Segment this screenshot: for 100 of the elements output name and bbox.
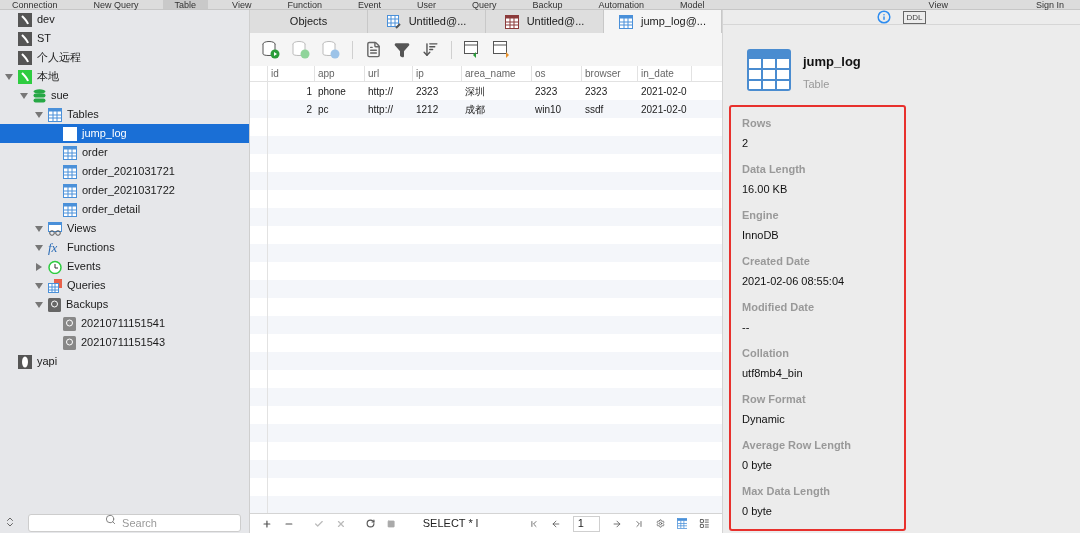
tree-item[interactable]: dev bbox=[0, 10, 249, 29]
info-icon[interactable] bbox=[877, 10, 892, 24]
toolbar-item[interactable]: Query bbox=[460, 0, 509, 9]
table-cell-text: 2323 bbox=[415, 84, 440, 99]
table-icon bbox=[504, 14, 519, 29]
table-export-icon[interactable] bbox=[493, 41, 510, 58]
table-icon bbox=[63, 164, 77, 179]
tree-item[interactable]: order bbox=[0, 143, 249, 162]
toolbar-item[interactable]: Model bbox=[668, 0, 717, 9]
property-label: Modified Date bbox=[742, 300, 816, 315]
toolbar-item[interactable]: Event bbox=[345, 0, 393, 9]
tree-item-label: jump_log bbox=[82, 126, 127, 142]
stop-icon[interactable] bbox=[386, 518, 395, 529]
property-value: -- bbox=[742, 319, 751, 335]
toolbar-item[interactable]: User bbox=[405, 0, 448, 9]
connection-icon bbox=[18, 50, 32, 65]
search-icon bbox=[104, 514, 116, 525]
expanded-arrow-icon[interactable] bbox=[19, 91, 28, 100]
tree-item-label: Queries bbox=[67, 278, 106, 294]
toolbar-item[interactable]: View bbox=[220, 0, 264, 9]
toolbar-item[interactable]: Automation bbox=[586, 0, 657, 9]
tree-item[interactable]: fx Functions bbox=[0, 238, 249, 257]
toolbar-item[interactable]: New Query bbox=[81, 0, 151, 9]
sort-icon[interactable] bbox=[422, 41, 439, 58]
tree-item[interactable]: Tables bbox=[0, 105, 249, 124]
tree-item[interactable]: jump_log bbox=[0, 124, 249, 143]
search-field[interactable]: Search bbox=[28, 514, 241, 532]
tree-item-label: ST bbox=[37, 31, 52, 47]
toolbar-item[interactable]: View bbox=[916, 0, 960, 9]
tree-item[interactable]: Queries bbox=[0, 276, 249, 295]
toolbar-item[interactable]: Backup bbox=[520, 0, 575, 9]
toolbar-item[interactable]: Function bbox=[275, 0, 334, 9]
toolbar-item[interactable]: Table bbox=[162, 0, 209, 9]
database-run-icon[interactable] bbox=[262, 40, 280, 59]
table-icon bbox=[63, 202, 77, 217]
table-import-icon[interactable] bbox=[464, 41, 481, 58]
table-cell-text: ssdf bbox=[584, 102, 605, 117]
tree-item-label: 20210711151541 bbox=[81, 316, 165, 332]
sql-preview: SELECT * l bbox=[422, 516, 480, 532]
tree-item[interactable]: Events bbox=[0, 257, 249, 276]
settings-icon[interactable] bbox=[655, 518, 665, 529]
tree-item-label: Events bbox=[67, 259, 101, 275]
tree-item[interactable]: sue bbox=[0, 86, 249, 105]
tree-item-label: Backups bbox=[66, 297, 109, 313]
table-cell-text: 2021-02-0 bbox=[640, 102, 688, 117]
column-header[interactable]: id bbox=[268, 66, 315, 81]
column-header[interactable]: os bbox=[532, 66, 582, 81]
collapsed-arrow-icon[interactable] bbox=[34, 262, 43, 271]
table-icon bbox=[63, 145, 77, 160]
table-cell-text: pc bbox=[317, 102, 330, 117]
table-cell-text: win10 bbox=[534, 102, 563, 117]
database-check-icon[interactable] bbox=[292, 40, 310, 59]
tree-item-label: 20210711151543 bbox=[81, 335, 165, 351]
tree-item[interactable]: Backups bbox=[0, 295, 249, 314]
tree-item[interactable]: Views bbox=[0, 219, 249, 238]
database-refresh-icon[interactable] bbox=[322, 40, 340, 59]
clock-icon bbox=[48, 259, 62, 274]
tab[interactable]: jump_log@... bbox=[604, 10, 722, 33]
expanded-arrow-icon[interactable] bbox=[34, 281, 43, 290]
table-cell-text: 2 bbox=[305, 102, 313, 117]
ddl-tab[interactable]: DDL bbox=[903, 10, 926, 24]
expanded-arrow-icon[interactable] bbox=[34, 224, 43, 233]
object-name: jump_log bbox=[803, 53, 861, 71]
tree-item-label: order bbox=[82, 145, 108, 161]
document-icon[interactable] bbox=[365, 41, 382, 58]
refresh-icon[interactable] bbox=[365, 518, 375, 529]
tree-item-label: order_detail bbox=[82, 202, 141, 218]
property-label: Row Format bbox=[742, 392, 807, 407]
column-header[interactable]: ip bbox=[413, 66, 462, 81]
column-header[interactable]: url bbox=[365, 66, 413, 81]
tree-item-label: order_2021031721 bbox=[82, 164, 175, 180]
tree-item-label: 本地 bbox=[37, 69, 59, 85]
form-view-icon[interactable] bbox=[699, 517, 710, 530]
column-header[interactable]: area_name bbox=[462, 66, 532, 81]
page-field[interactable]: 1 bbox=[572, 515, 600, 532]
expanded-arrow-icon[interactable] bbox=[34, 243, 43, 252]
expanded-arrow-icon[interactable] bbox=[34, 300, 43, 309]
tree-item[interactable]: order_detail bbox=[0, 200, 249, 219]
tree-item-label: 个人远程 bbox=[37, 50, 81, 66]
property-value: 0 byte bbox=[742, 457, 773, 473]
column-header[interactable]: browser bbox=[582, 66, 638, 81]
expanded-arrow-icon[interactable] bbox=[34, 110, 43, 119]
tree-item[interactable]: 20210711151543 bbox=[0, 333, 249, 352]
toolbar-item[interactable]: Connection bbox=[0, 0, 70, 9]
property-value: 2021-02-06 08:55:04 bbox=[742, 273, 846, 289]
property-label: Data Length bbox=[742, 162, 807, 177]
column-header[interactable]: in_date bbox=[638, 66, 692, 81]
toolbar-item[interactable]: Sign In bbox=[1023, 0, 1076, 9]
column-header[interactable]: app bbox=[315, 66, 365, 81]
property-label: Collation bbox=[742, 346, 791, 361]
tree-item[interactable]: order_2021031721 bbox=[0, 162, 249, 181]
tree-item[interactable]: ST bbox=[0, 29, 249, 48]
tree-item[interactable]: 个人远程 bbox=[0, 48, 249, 67]
tree-item[interactable]: order_2021031722 bbox=[0, 181, 249, 200]
tree-item[interactable]: 20210711151541 bbox=[0, 314, 249, 333]
tree-item[interactable]: yapi bbox=[0, 352, 249, 371]
expanded-arrow-icon[interactable] bbox=[4, 72, 13, 81]
tree-item[interactable]: 本地 bbox=[0, 67, 249, 86]
backup-icon bbox=[48, 297, 61, 312]
object-type: Table bbox=[803, 76, 831, 92]
